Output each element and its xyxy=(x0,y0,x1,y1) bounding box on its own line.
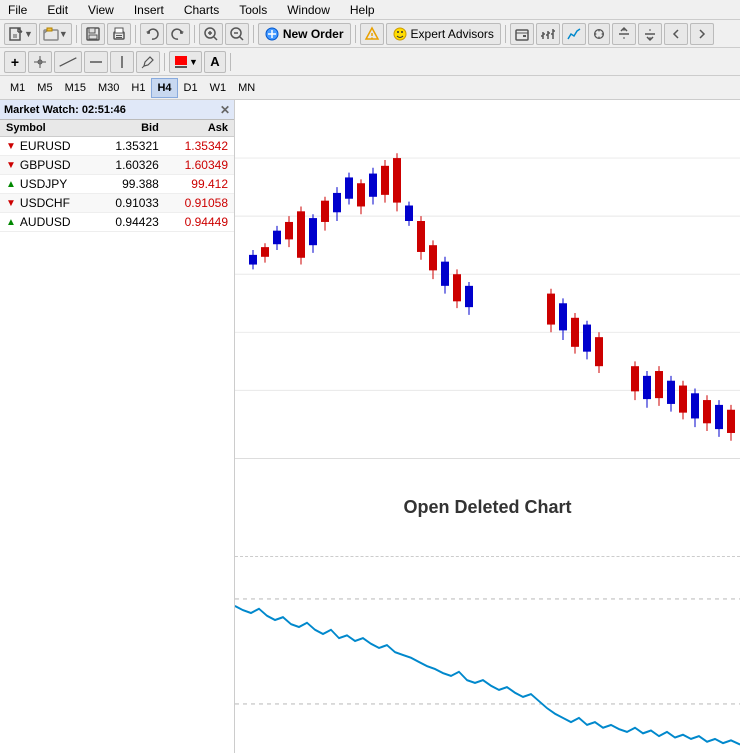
candlestick-chart xyxy=(235,100,740,458)
symbol-cell: ▼ EURUSD xyxy=(0,137,96,156)
zoom-in-button[interactable] xyxy=(199,23,223,45)
color-selector[interactable]: ▼ xyxy=(169,51,202,73)
market-watch-row[interactable]: ▼ EURUSD 1.35321 1.35342 xyxy=(0,137,234,156)
symbol-cell: ▲ AUDUSD xyxy=(0,213,96,232)
tf-m1[interactable]: M1 xyxy=(4,78,31,98)
crosshair-tool[interactable] xyxy=(28,51,52,73)
menu-tools[interactable]: Tools xyxy=(235,2,271,18)
new-order-button[interactable]: New Order xyxy=(258,23,351,45)
scroll-left[interactable] xyxy=(664,23,688,45)
line-tool[interactable] xyxy=(54,51,82,73)
open-button[interactable]: ▼ xyxy=(39,23,72,45)
zoom-chart-out[interactable] xyxy=(638,23,662,45)
redo-button[interactable] xyxy=(166,23,190,45)
expert-advisors-label: Expert Advisors xyxy=(411,27,494,41)
ask-cell: 1.35342 xyxy=(165,137,234,156)
col-symbol: Symbol xyxy=(0,120,96,137)
market-watch-title: Market Watch: 02:51:46 xyxy=(4,104,126,116)
ask-cell: 0.91058 xyxy=(165,194,234,213)
new-order-label: New Order xyxy=(283,27,344,41)
expert-advisors-button[interactable]: Expert Advisors xyxy=(386,23,501,45)
menu-edit[interactable]: Edit xyxy=(43,2,72,18)
zoom-chart-in[interactable] xyxy=(612,23,636,45)
ask-cell: 99.412 xyxy=(165,175,234,194)
accounts-button[interactable] xyxy=(510,23,534,45)
vline-tool[interactable] xyxy=(110,51,134,73)
undo-button[interactable] xyxy=(140,23,164,45)
hline-tool[interactable] xyxy=(84,51,108,73)
col-bid: Bid xyxy=(96,120,165,137)
tf-h1[interactable]: H1 xyxy=(125,78,151,98)
bid-cell: 1.60326 xyxy=(96,156,165,175)
menu-file[interactable]: File xyxy=(4,2,31,18)
tf-w1[interactable]: W1 xyxy=(204,78,233,98)
menu-window[interactable]: Window xyxy=(283,2,334,18)
tf-h4[interactable]: H4 xyxy=(151,78,177,98)
alert-button[interactable] xyxy=(360,23,384,45)
bid-cell: 0.94423 xyxy=(96,213,165,232)
ask-cell: 0.94449 xyxy=(165,213,234,232)
market-watch-row[interactable]: ▼ GBPUSD 1.60326 1.60349 xyxy=(0,156,234,175)
save-button[interactable] xyxy=(81,23,105,45)
menubar: File Edit View Insert Charts Tools Windo… xyxy=(0,0,740,20)
indicator-chart xyxy=(235,557,740,753)
upper-chart[interactable] xyxy=(235,100,740,459)
tf-mn[interactable]: MN xyxy=(232,78,261,98)
market-watch-table: Symbol Bid Ask ▼ EURUSD 1.35321 1.35342 … xyxy=(0,120,234,232)
bid-cell: 99.388 xyxy=(96,175,165,194)
navigator-button[interactable] xyxy=(588,23,610,45)
tf-m30[interactable]: M30 xyxy=(92,78,125,98)
market-watch-row[interactable]: ▼ USDCHF 0.91033 0.91058 xyxy=(0,194,234,213)
indicators-button[interactable] xyxy=(562,23,586,45)
ask-cell: 1.60349 xyxy=(165,156,234,175)
pen-tool[interactable] xyxy=(136,51,160,73)
open-deleted-chart-area[interactable]: Open Deleted Chart xyxy=(235,459,740,557)
symbol-cell: ▲ USDJPY xyxy=(0,175,96,194)
symbol-cell: ▼ USDCHF xyxy=(0,194,96,213)
bid-cell: 1.35321 xyxy=(96,137,165,156)
zoom-out-button[interactable] xyxy=(225,23,249,45)
scroll-right[interactable] xyxy=(690,23,714,45)
timeframe-toolbar: M1 M5 M15 M30 H1 H4 D1 W1 MN xyxy=(0,76,740,100)
market-watch-row[interactable]: ▲ AUDUSD 0.94423 0.94449 xyxy=(0,213,234,232)
market-watch-panel: Market Watch: 02:51:46 ✕ Symbol Bid Ask … xyxy=(0,100,235,753)
tf-m5[interactable]: M5 xyxy=(31,78,58,98)
menu-charts[interactable]: Charts xyxy=(180,2,223,18)
menu-help[interactable]: Help xyxy=(346,2,379,18)
new-chart-button[interactable]: ▼ xyxy=(4,23,37,45)
lower-chart[interactable] xyxy=(235,557,740,753)
main-layout: Market Watch: 02:51:46 ✕ Symbol Bid Ask … xyxy=(0,100,740,753)
col-ask: Ask xyxy=(165,120,234,137)
menu-view[interactable]: View xyxy=(84,2,118,18)
print-button[interactable] xyxy=(107,23,131,45)
cursor-tool[interactable]: + xyxy=(4,51,26,73)
text-tool[interactable]: A xyxy=(204,51,226,73)
market-watch-titlebar: Market Watch: 02:51:46 ✕ xyxy=(0,100,234,120)
open-deleted-label: Open Deleted Chart xyxy=(403,497,571,518)
bid-cell: 0.91033 xyxy=(96,194,165,213)
toolbar-main: ▼ ▼ New Order Expert Advisors xyxy=(0,20,740,48)
market-watch-row[interactable]: ▲ USDJPY 99.388 99.412 xyxy=(0,175,234,194)
menu-insert[interactable]: Insert xyxy=(130,2,168,18)
chart-area[interactable]: Open Deleted Chart xyxy=(235,100,740,753)
chart-type-button[interactable] xyxy=(536,23,560,45)
symbol-cell: ▼ GBPUSD xyxy=(0,156,96,175)
market-watch-close[interactable]: ✕ xyxy=(220,103,230,117)
tf-m15[interactable]: M15 xyxy=(59,78,92,98)
tf-d1[interactable]: D1 xyxy=(178,78,204,98)
draw-toolbar: + ▼ A xyxy=(0,48,740,76)
